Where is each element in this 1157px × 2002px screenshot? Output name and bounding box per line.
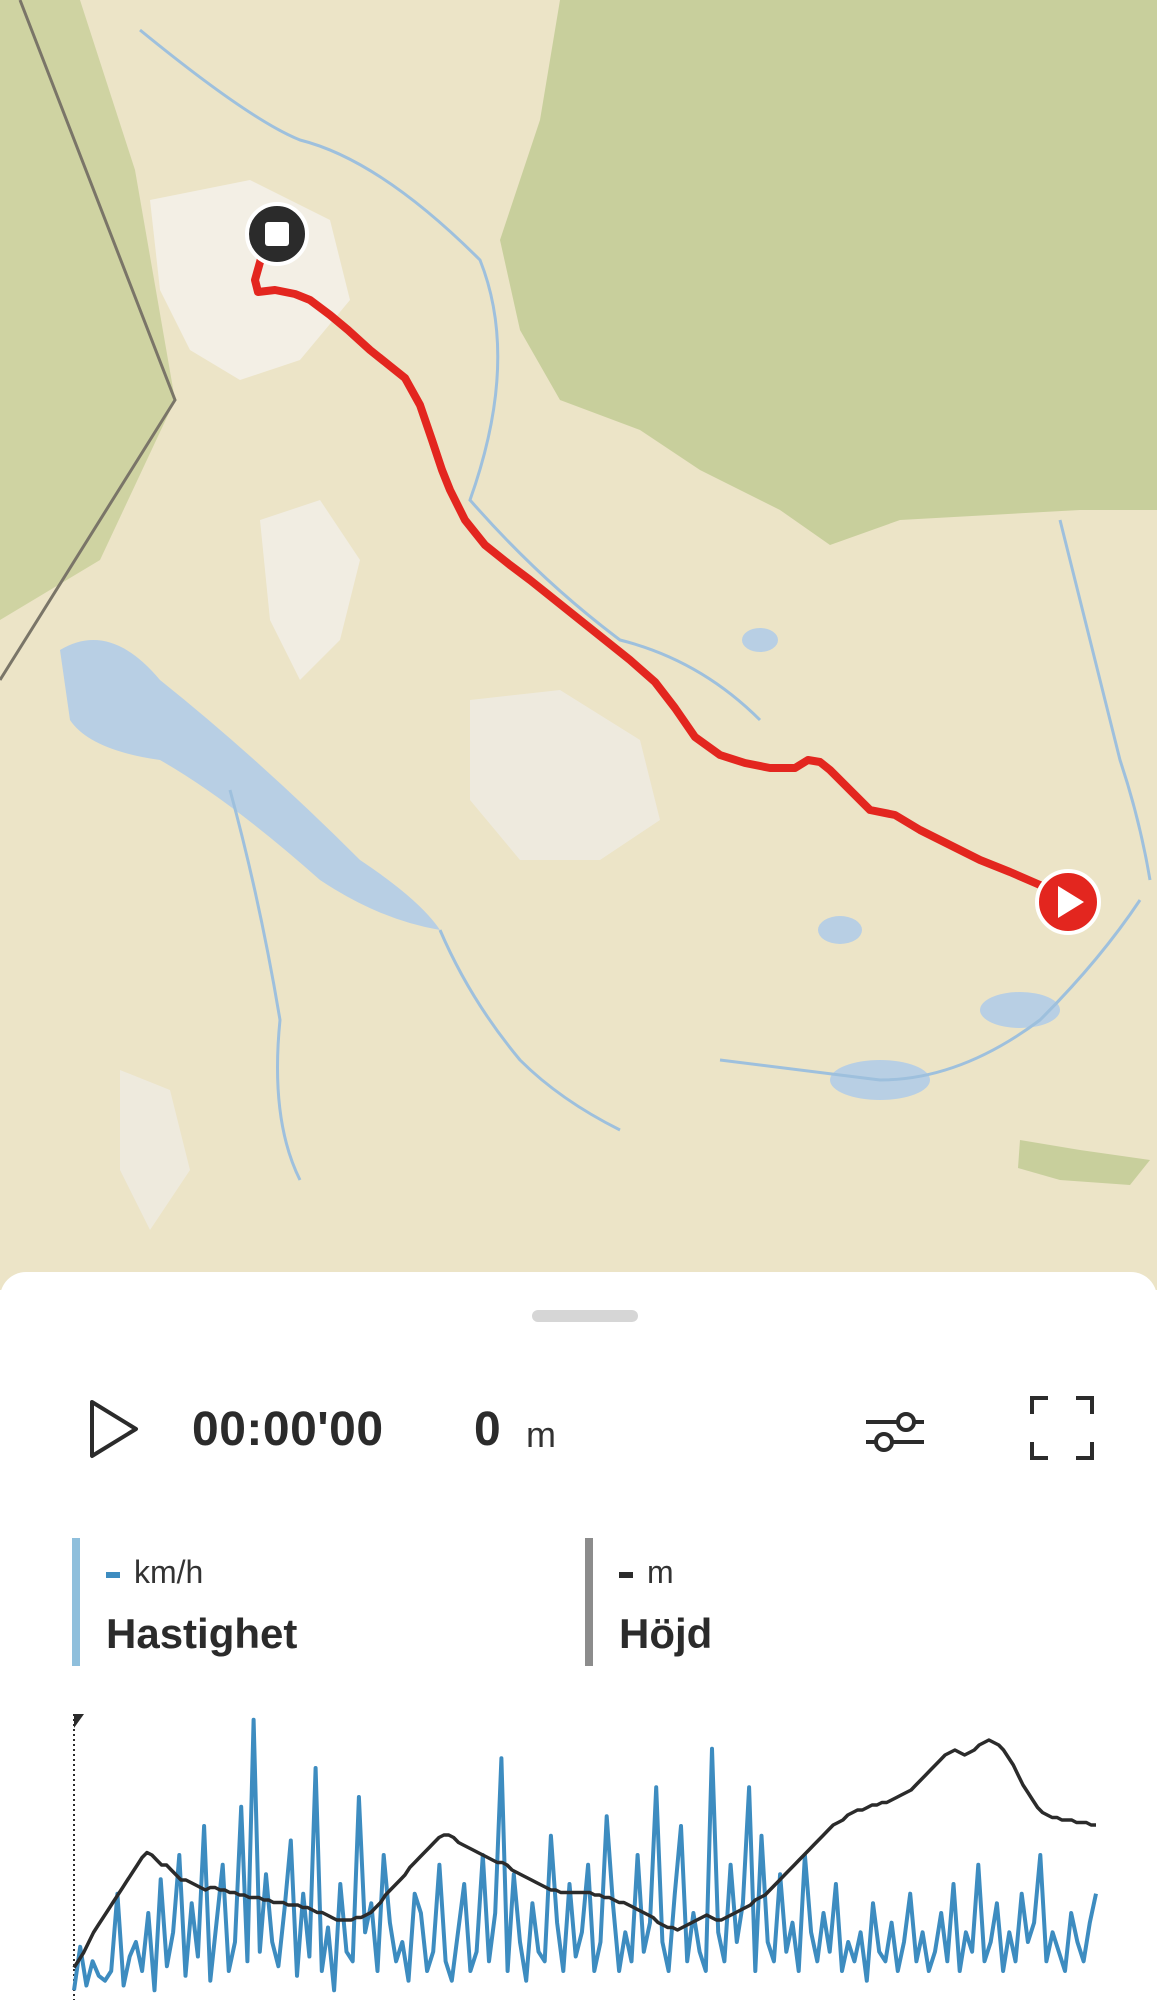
map-lake-small-1 [818, 916, 862, 944]
sheet-drag-handle[interactable] [532, 1310, 638, 1322]
speed-altitude-chart[interactable] [0, 1700, 1157, 2002]
route-map[interactable] [0, 0, 1157, 1290]
metric-speed-unit: km/h [134, 1554, 204, 1590]
map-lake-small-4 [742, 628, 778, 652]
metric-speed-accent-bar [72, 1538, 80, 1666]
metric-speed-label: Hastighet [106, 1610, 298, 1657]
metric-altitude-unit: m [647, 1554, 674, 1590]
distance-value: 0 [474, 1403, 501, 1456]
playback-controls: 00:00'00 0 m [0, 1392, 1157, 1472]
series-line-speed [72, 1717, 1098, 1993]
metric-altitude-unit-row: m [619, 1554, 674, 1591]
sliders-icon[interactable] [862, 1402, 928, 1462]
metric-altitude-value [619, 1571, 633, 1578]
metric-altitude[interactable]: m Höjd [585, 1538, 1025, 1666]
metric-altitude-accent-bar [585, 1538, 593, 1666]
end-marker-stop-icon[interactable] [245, 202, 309, 266]
play-outline-icon[interactable] [86, 1398, 144, 1460]
metric-speed-unit-row: km/h [106, 1554, 203, 1591]
metric-altitude-label: Höjd [619, 1610, 713, 1657]
metric-speed-value [106, 1571, 120, 1578]
metric-speed[interactable]: km/h Hastighet [72, 1538, 512, 1666]
playhead-handle[interactable] [74, 1714, 84, 1728]
fullscreen-icon[interactable] [1028, 1394, 1096, 1462]
start-marker-play-icon[interactable] [1035, 869, 1101, 935]
playback-time: 00:00'00 [192, 1403, 384, 1456]
distance-unit: m [526, 1414, 556, 1455]
